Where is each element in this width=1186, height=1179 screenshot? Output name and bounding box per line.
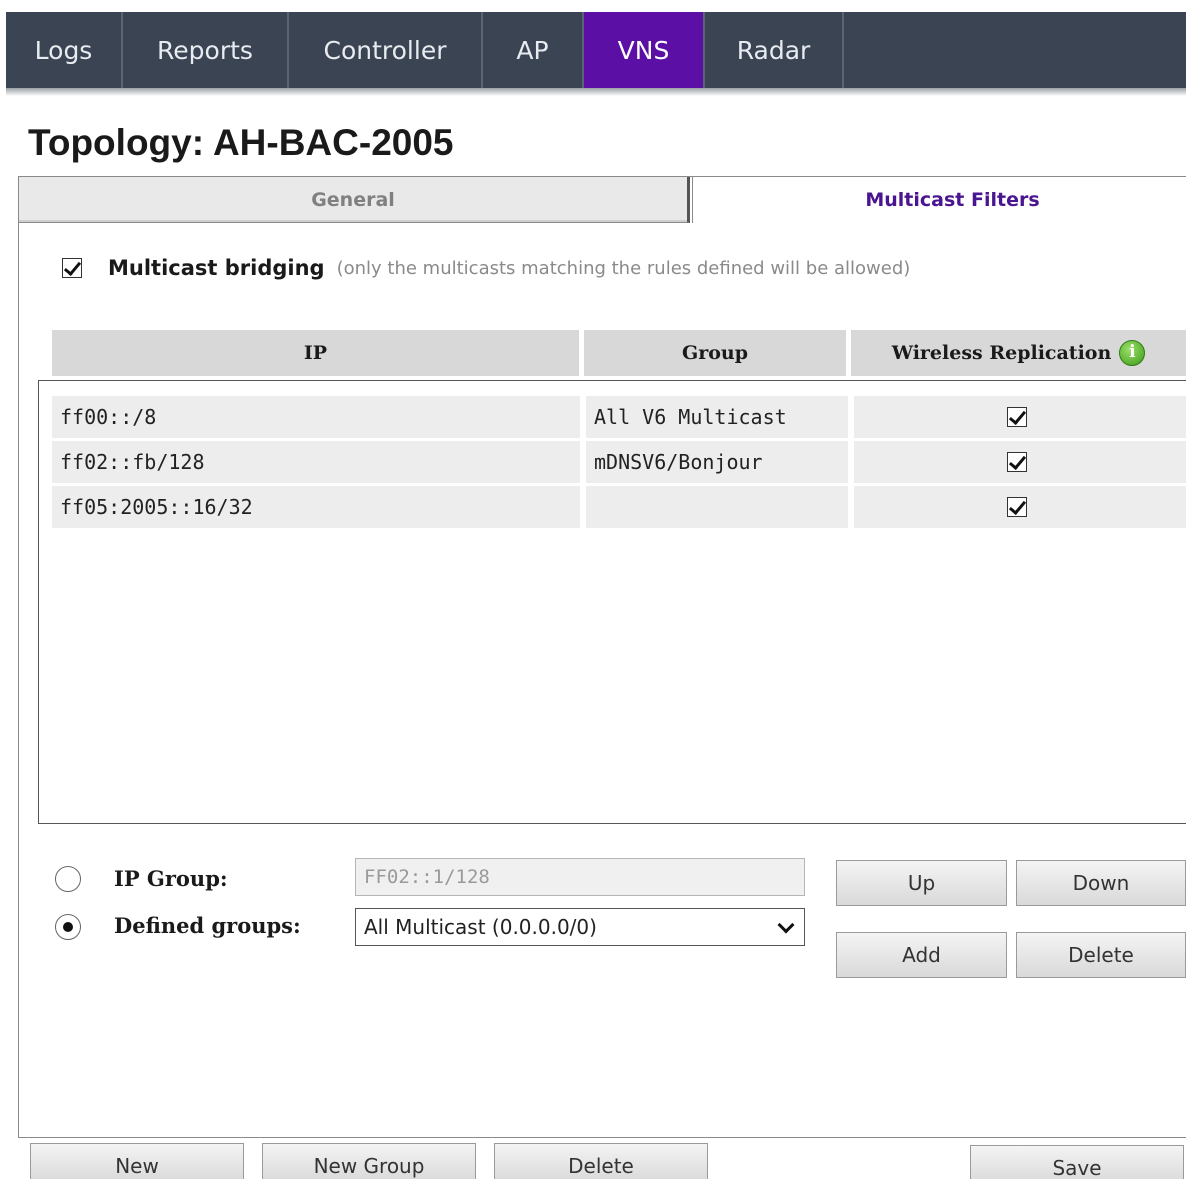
column-header-group-label: Group <box>681 342 748 364</box>
multicast-bridging-note: (only the multicasts matching the rules … <box>336 257 911 279</box>
delete-button[interactable]: Delete <box>494 1143 708 1179</box>
ip-group-label: IP Group: <box>114 866 228 891</box>
column-header-wireless-replication-label: Wireless Replication <box>891 342 1112 364</box>
cell-group <box>586 486 848 528</box>
add-button[interactable]: Add <box>836 932 1007 978</box>
tab-multicast-filters[interactable]: Multicast Filters <box>692 177 1186 223</box>
cell-ip: ff05:2005::16/32 <box>52 486 580 528</box>
tab-general[interactable]: General <box>19 177 690 223</box>
cell-replication <box>854 441 1186 483</box>
save-button[interactable]: Save <box>970 1145 1184 1179</box>
chevron-down-icon <box>777 916 795 934</box>
top-nav: Logs Reports Controller AP VNS Radar <box>6 12 1186 88</box>
column-header-group[interactable]: Group <box>584 330 846 376</box>
column-header-wireless-replication[interactable]: Wireless Replication <box>851 330 1186 376</box>
replication-checkbox[interactable] <box>1007 452 1027 472</box>
multicast-bridging-label: Multicast bridging <box>108 256 325 280</box>
new-button[interactable]: New <box>30 1143 244 1179</box>
cell-replication <box>854 486 1186 528</box>
ip-group-radio[interactable] <box>55 866 81 892</box>
page-title: Topology: AH-BAC-2005 <box>28 122 454 163</box>
info-icon[interactable] <box>1119 340 1146 366</box>
defined-groups-radio[interactable] <box>55 914 81 940</box>
delete-filter-button[interactable]: Delete <box>1016 932 1186 978</box>
defined-groups-select[interactable]: All Multicast (0.0.0.0/0) <box>355 908 805 946</box>
cell-ip: ff02::fb/128 <box>52 441 580 483</box>
cell-group: mDNSV6/Bonjour <box>586 441 848 483</box>
nav-shadow <box>6 88 1186 96</box>
replication-checkbox[interactable] <box>1007 497 1027 517</box>
cell-group: All V6 Multicast <box>586 396 848 438</box>
nav-tab-radar[interactable]: Radar <box>705 12 844 88</box>
column-header-ip[interactable]: IP <box>52 330 579 376</box>
defined-groups-selected-value: All Multicast (0.0.0.0/0) <box>364 915 597 939</box>
nav-tab-controller[interactable]: Controller <box>289 12 483 88</box>
multicast-bridging-checkbox[interactable] <box>62 258 82 278</box>
nav-tab-logs[interactable]: Logs <box>6 12 123 88</box>
replication-checkbox[interactable] <box>1007 407 1027 427</box>
multicast-bridging-row: Multicast bridging (only the multicasts … <box>62 256 910 280</box>
ip-group-input[interactable]: FF02::1/128 <box>355 858 805 896</box>
new-group-button[interactable]: New Group <box>262 1143 476 1179</box>
nav-tab-vns[interactable]: VNS <box>584 12 705 88</box>
nav-tab-ap[interactable]: AP <box>483 12 584 88</box>
cell-replication <box>854 396 1186 438</box>
defined-groups-label: Defined groups: <box>114 913 301 938</box>
nav-tab-reports[interactable]: Reports <box>123 12 289 88</box>
column-header-ip-label: IP <box>303 342 328 364</box>
cell-ip: ff00::/8 <box>52 396 580 438</box>
down-button[interactable]: Down <box>1016 860 1186 906</box>
up-button[interactable]: Up <box>836 860 1007 906</box>
